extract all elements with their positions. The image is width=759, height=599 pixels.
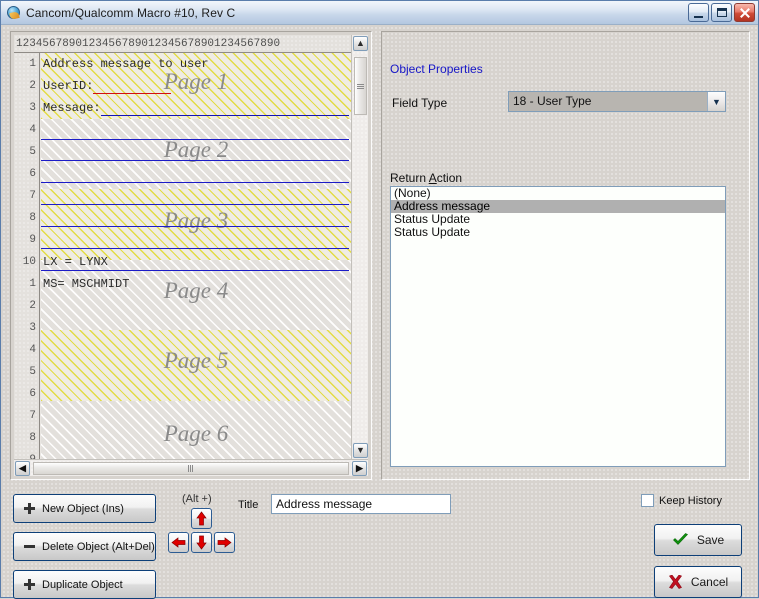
left-arrow-icon: [171, 537, 186, 548]
cancel-button[interactable]: Cancel: [654, 566, 742, 598]
page-band: Page 6: [41, 400, 351, 459]
field-type-dropdown[interactable]: 18 - User Type ▼: [508, 91, 726, 112]
page-band: Page 5: [41, 330, 351, 401]
scroll-right-button[interactable]: ▶: [352, 461, 367, 476]
list-item[interactable]: Status Update: [391, 226, 725, 239]
horizontal-scrollbar[interactable]: ◀ ▶: [14, 459, 368, 476]
line-number: 5: [29, 366, 36, 378]
page-band: Page 3: [41, 189, 351, 260]
globe-icon: [6, 5, 21, 21]
return-action-label: Return Action: [390, 171, 463, 185]
line-number: 1: [29, 278, 36, 290]
column-ruler: 1234567890123456789012345678901234567890: [14, 35, 351, 53]
down-arrow-icon: [196, 535, 207, 550]
page-band: Page 1: [41, 53, 351, 119]
macro-editor-pane: 1234567890123456789012345678901234567890…: [10, 31, 372, 480]
line-number: 1: [29, 58, 36, 70]
line-number: 8: [29, 432, 36, 444]
line-number: 3: [29, 322, 36, 334]
editor-main: 1234567890123456789012345678901234567890…: [14, 35, 368, 459]
title-input[interactable]: [271, 494, 451, 514]
plus-icon: [24, 503, 35, 514]
title-field-label: Title: [238, 499, 259, 511]
checkbox-box[interactable]: [641, 494, 654, 507]
move-left-button[interactable]: [168, 532, 189, 553]
move-right-button[interactable]: [214, 532, 235, 553]
line-number: 2: [29, 80, 36, 92]
record-separator-rule: [41, 181, 349, 183]
object-properties-heading: Object Properties: [390, 62, 483, 76]
code-area[interactable]: 1234567890123456789012345678901234567890…: [14, 35, 351, 459]
page-bands: Page 1 Page 2 Page 3 Page 4 Page 5 Page 6: [41, 53, 351, 459]
line-number-gutter: 1234567891012345678920123: [14, 53, 40, 459]
vertical-scrollbar[interactable]: ▲ ▼: [351, 35, 368, 459]
move-down-button[interactable]: [191, 532, 212, 553]
right-arrow-icon: [217, 537, 232, 548]
new-object-button[interactable]: New Object (Ins): [13, 494, 156, 523]
up-arrow-icon: [196, 511, 207, 526]
title-bar: Cancom/Qualcomm Macro #10, Rev C: [1, 1, 758, 25]
macro-editor-window: Cancom/Qualcomm Macro #10, Rev C 1234567…: [0, 0, 759, 599]
field-type-label: Field Type: [392, 96, 448, 110]
scroll-down-button[interactable]: ▼: [353, 443, 368, 458]
plus-icon: [24, 579, 35, 590]
line-number: 5: [29, 146, 36, 158]
line-number: 7: [29, 410, 36, 422]
horizontal-scroll-thumb[interactable]: [33, 462, 349, 475]
record-separator-rule: [41, 269, 349, 271]
line-number: 4: [29, 344, 36, 356]
duplicate-object-button[interactable]: Duplicate Object: [13, 570, 156, 599]
close-button[interactable]: [734, 3, 755, 22]
field-type-value: 18 - User Type: [509, 92, 707, 111]
line-number: 8: [29, 212, 36, 224]
client-area: 1234567890123456789012345678901234567890…: [1, 25, 758, 599]
keep-history-checkbox[interactable]: Keep History: [641, 494, 722, 507]
alt-modifier-label: (Alt +): [182, 493, 212, 505]
editor-inner: 1234567890123456789012345678901234567890…: [14, 35, 368, 476]
x-mark-icon: [668, 575, 682, 589]
line-number: 2: [29, 300, 36, 312]
vertical-scroll-thumb[interactable]: [354, 57, 367, 115]
page-label: Page 3: [163, 207, 229, 233]
save-button[interactable]: Save: [654, 524, 742, 556]
page-label: Page 5: [163, 348, 229, 374]
window-title: Cancom/Qualcomm Macro #10, Rev C: [26, 5, 236, 20]
delete-object-button[interactable]: Delete Object (Alt+Del): [13, 532, 156, 561]
line-number: 9: [14, 449, 39, 459]
line-number: 10: [22, 256, 36, 268]
scroll-left-button[interactable]: ◀: [15, 461, 30, 476]
record-separator-rule: [41, 159, 349, 161]
line-number: 6: [29, 168, 36, 180]
scroll-up-button[interactable]: ▲: [353, 36, 368, 51]
chevron-down-icon[interactable]: ▼: [707, 92, 725, 111]
record-separator-rule: [41, 247, 349, 249]
line-number: 4: [29, 124, 36, 136]
page-label: Page 4: [163, 277, 229, 303]
maximize-button[interactable]: [711, 3, 732, 22]
object-properties-pane: Object Properties Field Type 18 - User T…: [381, 31, 750, 480]
line-number: 3: [29, 102, 36, 114]
bottom-toolbar: New Object (Ins) Delete Object (Alt+Del)…: [1, 486, 758, 599]
line-number: 9: [29, 234, 36, 246]
line-number: 6: [29, 388, 36, 400]
page-band: Page 2: [41, 119, 351, 190]
record-separator-rule: [41, 203, 349, 205]
move-up-button[interactable]: [191, 508, 212, 529]
record-separator-rule: [41, 138, 349, 140]
minimize-button[interactable]: [688, 3, 709, 22]
page-label: Page 1: [163, 69, 229, 94]
checkmark-icon: [672, 533, 688, 545]
page-label: Page 6: [163, 420, 229, 446]
line-number: 7: [29, 190, 36, 202]
minus-icon: [24, 541, 35, 552]
keep-history-label: Keep History: [659, 494, 722, 507]
return-action-listbox[interactable]: (None) Address message Status Update Status…: [390, 186, 726, 467]
record-separator-rule: [41, 225, 349, 227]
